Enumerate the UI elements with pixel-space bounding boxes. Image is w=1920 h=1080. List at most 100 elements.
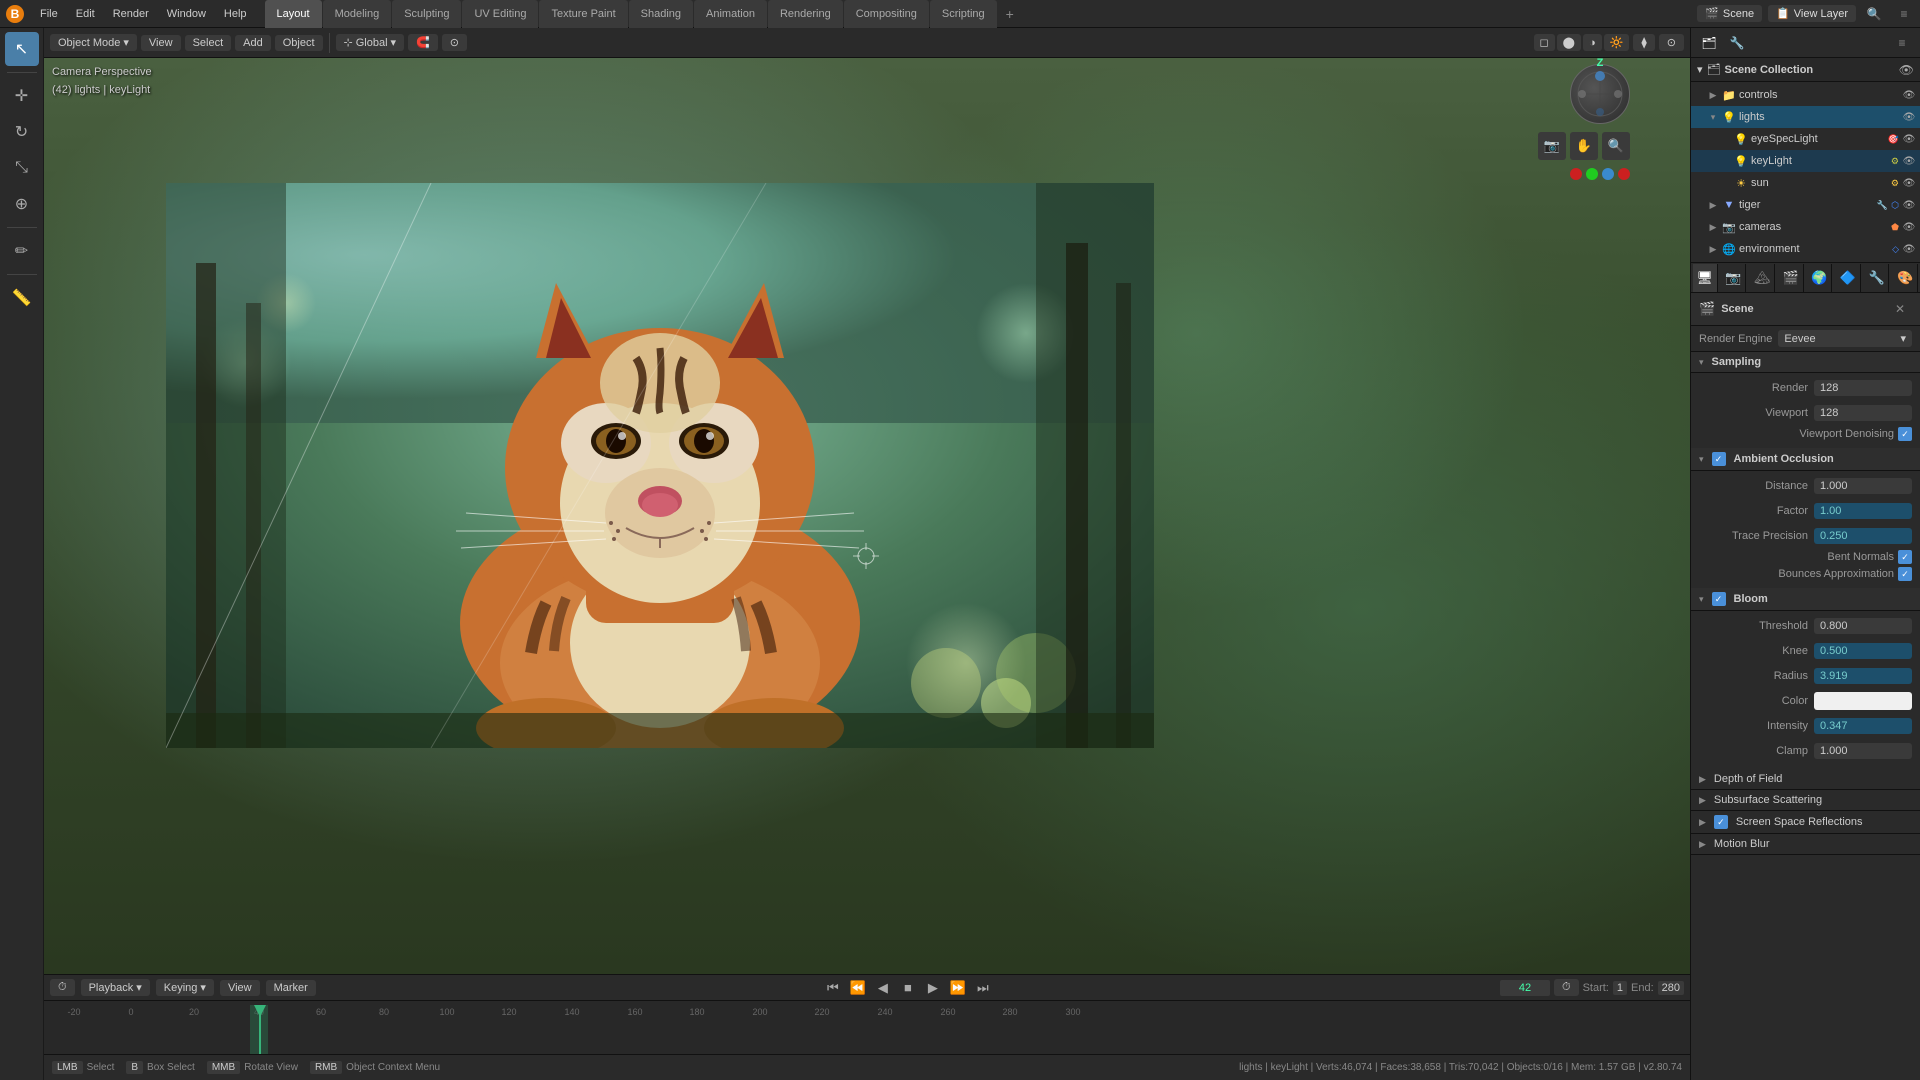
lights-eye-icon[interactable]: 👁 (1902, 110, 1916, 124)
bent-normals-checkbox[interactable]: ✓ (1898, 550, 1912, 564)
scene-collection-header[interactable]: ▾ 🗂 Scene Collection 👁 (1691, 58, 1920, 82)
navigation-gizmo[interactable]: Z (1570, 64, 1630, 124)
bloom-intensity-value[interactable]: 0.347 (1814, 718, 1912, 734)
ao-trace-value[interactable]: 0.250 (1814, 528, 1912, 544)
sampling-section-header[interactable]: ▾ Sampling (1691, 352, 1920, 373)
ao-section-header[interactable]: ▾ ✓ Ambient Occlusion (1691, 448, 1920, 471)
controls-eye-icon[interactable]: 👁 (1902, 88, 1916, 102)
bloom-threshold-value[interactable]: 0.800 (1814, 618, 1912, 634)
sun-eye-icon[interactable]: 👁 (1902, 176, 1916, 190)
ao-factor-value[interactable]: 1.00 (1814, 503, 1912, 519)
bloom-clamp-value[interactable]: 1.000 (1814, 743, 1912, 759)
scale-tool[interactable]: ⤡ (5, 151, 39, 185)
tab-animation[interactable]: Animation (694, 0, 767, 28)
object-menu-btn[interactable]: Object (275, 35, 323, 51)
annotate-tool[interactable]: ✏ (5, 234, 39, 268)
render-samples-value[interactable]: 128 (1814, 380, 1912, 396)
render-engine-dropdown[interactable]: Eevee ▾ (1778, 330, 1912, 347)
ao-distance-value[interactable]: 1.000 (1814, 478, 1912, 494)
scene-selector[interactable]: 🎬 Scene (1697, 5, 1762, 22)
timeline-icon[interactable]: ⏱ (50, 979, 75, 996)
cursor-tool[interactable]: ↖ (5, 32, 39, 66)
timeline-ruler[interactable]: -20 0 20 40 60 80 100 120 140 160 180 20… (44, 1001, 1690, 1054)
playback-speed[interactable]: ⏱ (1554, 979, 1579, 996)
tab-shading[interactable]: Shading (629, 0, 693, 28)
timeline-view-menu[interactable]: View (220, 980, 260, 996)
eyespec-eye-icon[interactable]: 👁 (1902, 132, 1916, 146)
green-dot[interactable] (1586, 168, 1598, 180)
tiger-eye-icon[interactable]: 👁 (1902, 198, 1916, 212)
menu-edit[interactable]: Edit (68, 6, 103, 22)
motion-blur-section-header[interactable]: ▶ Motion Blur (1691, 834, 1920, 855)
outliner-item-environment[interactable]: ▶ 🌐 environment ◇ 👁 (1691, 238, 1920, 260)
playback-menu[interactable]: Playback ▾ (81, 979, 150, 996)
current-frame-input[interactable] (1500, 980, 1550, 996)
outliner-item-eyespeclight[interactable]: 💡 eyeSpecLight 🎯 👁 (1691, 128, 1920, 150)
menu-file[interactable]: File (32, 6, 66, 22)
camera-view-btn[interactable]: 📷 (1538, 132, 1566, 160)
object-tab[interactable]: 🔷 (1836, 264, 1861, 292)
tab-sculpting[interactable]: Sculpting (392, 0, 461, 28)
blender-logo[interactable]: B (4, 3, 26, 25)
sss-section-header[interactable]: ▶ Subsurface Scattering (1691, 790, 1920, 811)
measure-tool[interactable]: 📏 (5, 281, 39, 315)
add-menu-btn[interactable]: Add (235, 35, 271, 51)
outliner-item-cameras[interactable]: ▶ 📷 cameras ⬟ 👁 (1691, 216, 1920, 238)
pan-view-btn[interactable]: ✋ (1570, 132, 1598, 160)
scene-collection-eye[interactable]: 👁 (1899, 63, 1914, 77)
transform-tool[interactable]: ⊕ (5, 187, 39, 221)
select-menu-btn[interactable]: Select (185, 35, 232, 51)
search-button[interactable]: 🔍 (1862, 2, 1886, 26)
tab-compositing[interactable]: Compositing (844, 0, 929, 28)
outliner-icon[interactable]: 🗂 (1697, 31, 1721, 55)
outliner-item-keylight[interactable]: 💡 keyLight ⚙ 👁 (1691, 150, 1920, 172)
viewport-denoising-checkbox[interactable]: ✓ (1898, 427, 1912, 441)
gizmo-toggle[interactable]: ⊙ (1659, 34, 1684, 51)
outliner-item-lights[interactable]: ▾ 💡 lights 👁 (1691, 106, 1920, 128)
view-layer-tab[interactable]: 🏔 (1750, 264, 1775, 292)
viewport-canvas[interactable]: Camera Perspective (42) lights | keyLigh… (44, 58, 1690, 974)
bounces-approx-checkbox[interactable]: ✓ (1898, 567, 1912, 581)
tab-texture-paint[interactable]: Texture Paint (539, 0, 627, 28)
reverse-play-btn[interactable]: ◀ (872, 977, 894, 999)
viewport-samples-value[interactable]: 128 (1814, 405, 1912, 421)
ao-enabled-checkbox[interactable]: ✓ (1712, 452, 1726, 466)
next-keyframe-btn[interactable]: ⏩ (947, 977, 969, 999)
world-tab[interactable]: 🌍 (1808, 264, 1833, 292)
material-tab[interactable]: 🎨 (1893, 264, 1918, 292)
outliner-item-controls[interactable]: ▶ 📁 controls 👁 (1691, 84, 1920, 106)
prev-keyframe-btn[interactable]: ⏪ (847, 977, 869, 999)
render-properties-tab[interactable]: 🖥 (1693, 264, 1718, 292)
overlays-toggle[interactable]: ⧫ (1633, 34, 1654, 51)
modifier-tab[interactable]: 🔧 (1865, 264, 1890, 292)
bloom-radius-value[interactable]: 3.919 (1814, 668, 1912, 684)
menu-help[interactable]: Help (216, 6, 255, 22)
outliner-item-sun[interactable]: ☀ sun ⚙ 👁 (1691, 172, 1920, 194)
filter-button[interactable]: ≡ (1892, 2, 1916, 26)
proportional-edit[interactable]: ⊙ (442, 34, 467, 51)
red-dot[interactable] (1570, 168, 1582, 180)
object-mode-dropdown[interactable]: Object Mode ▾ (50, 34, 137, 51)
zoom-view-btn[interactable]: 🔍 (1602, 132, 1630, 160)
view-layer-selector[interactable]: 📋 View Layer (1768, 5, 1856, 22)
bloom-knee-value[interactable]: 0.500 (1814, 643, 1912, 659)
cameras-eye-icon[interactable]: 👁 (1902, 220, 1916, 234)
tab-scripting[interactable]: Scripting (930, 0, 997, 28)
outliner-item-tiger[interactable]: ▶ ▼ tiger 🔧 ⬡ 👁 (1691, 194, 1920, 216)
scene-unlink-btn[interactable]: ✕ (1888, 297, 1912, 321)
output-properties-tab[interactable]: 📷 (1722, 264, 1747, 292)
tab-rendering[interactable]: Rendering (768, 0, 843, 28)
tab-modeling[interactable]: Modeling (323, 0, 392, 28)
play-btn[interactable]: ▶ (922, 977, 944, 999)
start-value[interactable]: 1 (1613, 981, 1627, 995)
add-workspace-button[interactable]: + (998, 4, 1022, 24)
jump-to-end-btn[interactable]: ⏭ (972, 977, 994, 999)
stop-btn[interactable]: ■ (897, 977, 919, 999)
menu-render[interactable]: Render (105, 6, 157, 22)
rotate-tool[interactable]: ↻ (5, 115, 39, 149)
wireframe-shading[interactable]: ◻ (1534, 34, 1555, 51)
material-shading[interactable]: ◑ (1583, 34, 1602, 51)
keylight-eye-icon[interactable]: 👁 (1902, 154, 1916, 168)
solid-shading[interactable]: ⬤ (1557, 34, 1581, 51)
filter-outliner-btn[interactable]: ≡ (1890, 31, 1914, 55)
